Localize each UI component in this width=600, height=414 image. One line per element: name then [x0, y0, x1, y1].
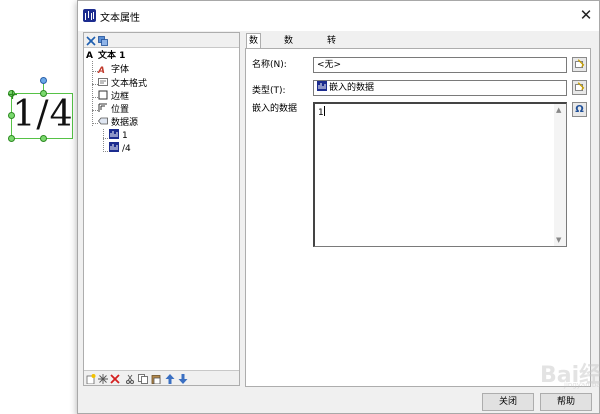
copy-layout-icon[interactable] [98, 36, 108, 46]
move-down-icon[interactable] [178, 374, 188, 384]
tree-connector [103, 151, 108, 152]
embedded-data-label: 嵌入的数据 [252, 104, 298, 114]
dialog-titlebar[interactable]: 文本属性 ✕ [78, 1, 599, 31]
design-text-value: 1/4 [12, 94, 74, 135]
expand-all-icon[interactable] [86, 36, 96, 46]
tree-child-label: 1 [122, 131, 128, 141]
text-properties-dialog: 文本属性 ✕ A 文本 1 A 字体 文本格式 边框 位置 数据源 1 /4 数… [77, 0, 600, 414]
data-icon [109, 129, 119, 139]
text-format-icon [98, 78, 108, 86]
close-icon[interactable]: ✕ [576, 5, 596, 25]
watermark: Bai经验 jingyan.baidu.com [540, 347, 600, 391]
type-field[interactable]: 嵌入的数据 [313, 80, 567, 96]
tree-item-position[interactable]: 位置 [98, 103, 129, 116]
tree-root-label: 文本 1 [97, 51, 126, 61]
special-char-button[interactable]: Ω [572, 102, 587, 117]
tree-child-1[interactable]: 1 [109, 129, 128, 142]
rotation-handle[interactable] [40, 77, 47, 84]
type-label: 类型(T): [252, 86, 286, 96]
type-value: 嵌入的数据 [329, 83, 375, 93]
embedded-data-textarea[interactable]: 1 ▲ ▼ [313, 102, 567, 247]
designer-canvas: 1/4 文本属性 ✕ A 文本 1 A 字体 文本格式 边框 位置 数据源 1 … [0, 0, 600, 414]
resize-handle-tm[interactable] [40, 90, 47, 97]
tree-child-2[interactable]: /4 [109, 142, 131, 155]
move-cross-icon[interactable] [8, 90, 17, 99]
name-edit-button[interactable] [572, 57, 587, 72]
help-button[interactable]: 帮助 [540, 393, 592, 411]
resize-handle-ml[interactable] [8, 112, 15, 119]
tab-datasource[interactable]: 数据源 [246, 33, 262, 74]
scroll-up-icon[interactable]: ▲ [556, 106, 561, 114]
app-icon [83, 9, 96, 22]
tree-item-font[interactable]: A 字体 [98, 64, 129, 77]
design-text-object[interactable]: 1/4 [11, 93, 73, 139]
border-icon [98, 90, 108, 100]
tree-connector [103, 129, 104, 152]
position-icon [98, 103, 107, 112]
resize-handle-bm[interactable] [40, 135, 47, 142]
name-label: 名称(N): [252, 60, 287, 70]
delete-icon[interactable] [110, 374, 120, 384]
textarea-scrollbar[interactable]: ▲ ▼ [554, 104, 566, 246]
text-object-glyph: A [86, 51, 93, 61]
tree-item-border[interactable]: 边框 [98, 90, 129, 103]
tree-connector [103, 138, 108, 139]
datasource-panel: 名称(N): <无> 类型(T): 嵌入的数据 嵌入的数据 1 ▲ ▼ Ω [245, 48, 591, 387]
scroll-down-icon[interactable]: ▼ [556, 236, 561, 244]
name-field[interactable]: <无> [313, 57, 567, 73]
tree-toolbar [84, 33, 239, 48]
dialog-title: 文本属性 [100, 13, 140, 24]
copy-icon[interactable] [138, 374, 148, 384]
tree-item-label: 位置 [111, 105, 130, 115]
cut-icon[interactable] [125, 374, 135, 384]
property-tree-panel: A 文本 1 A 字体 文本格式 边框 位置 数据源 1 /4 [83, 32, 240, 386]
data-icon [317, 81, 327, 91]
resize-handle-bl[interactable] [8, 135, 15, 142]
tree-item-label: 数据源 [111, 118, 139, 128]
new-item-icon[interactable] [86, 374, 96, 384]
type-edit-button[interactable] [572, 80, 587, 95]
tree-item-label: 边框 [111, 92, 130, 102]
watermark-sub: jingyan.baidu.com [564, 381, 600, 389]
tree-bottom-toolbar [84, 370, 239, 385]
data-icon [109, 142, 119, 152]
tree-child-label: /4 [122, 144, 131, 154]
wizard-icon[interactable] [98, 374, 108, 384]
tab-datatype[interactable]: 数据类型 [282, 34, 295, 88]
move-up-icon[interactable] [165, 374, 175, 384]
tree-item-text-format[interactable]: 文本格式 [98, 77, 147, 90]
tab-convert[interactable]: 转换 [325, 34, 338, 60]
tree-root[interactable]: A 文本 1 [86, 50, 125, 63]
font-icon: A [98, 66, 105, 76]
paste-icon[interactable] [151, 374, 161, 384]
tree-item-datasource[interactable]: 数据源 [98, 116, 138, 129]
embedded-data-value: 1 [318, 108, 324, 118]
close-button[interactable]: 关闭 [482, 393, 534, 411]
datasource-icon [98, 117, 108, 125]
tree-item-label: 文本格式 [111, 79, 148, 89]
tree-item-label: 字体 [111, 65, 130, 75]
